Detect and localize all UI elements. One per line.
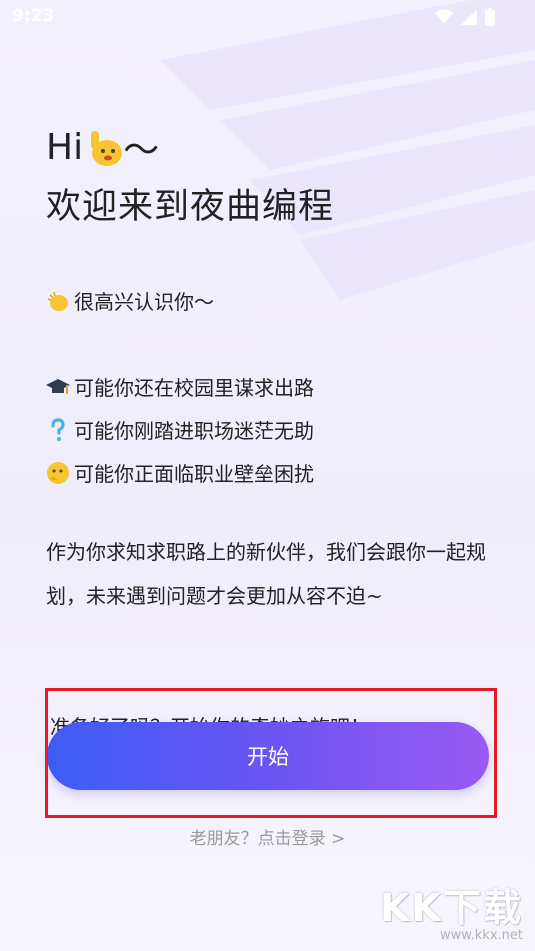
start-button[interactable]: 开始 [47,722,489,790]
new-job-text: 可能你刚踏进职场迷茫无助 [74,419,314,443]
nice-to-meet-text: 很高兴认识你～ [74,290,214,314]
signal-icon [461,9,477,25]
clap-icon [47,291,68,311]
wave-hand-icon [91,131,123,166]
watermark-logo: KK下载 [380,886,523,930]
thinking-face-icon [47,461,69,484]
greeting-hi: Hi [46,126,84,168]
partner-paragraph-text: 作为你求知求职路上的新伙伴，我们会跟你一起规划，未来遇到问题才会更加从容不迫~ [46,540,486,608]
battery-icon [485,8,495,26]
nice-to-meet-line: 很高兴认识你～ [46,286,214,315]
new-job-line: 可能你刚踏进职场迷茫无助 [46,415,314,444]
career-trouble-line: 可能你正面临职业壁垒困扰 [46,458,314,487]
grad-cap-icon [46,378,70,394]
question-icon [51,417,65,441]
greeting-heading: Hi ～ 欢迎来到夜曲编程 [46,124,334,229]
status-icons [435,8,495,26]
watermark: KK下载 www.kkx.net [380,877,523,943]
campus-line: 可能你还在校园里谋求出路 [46,372,314,401]
greeting-tilde: ～ [123,130,160,171]
status-bar: 9:23 [0,0,535,36]
wifi-icon [435,9,453,24]
campus-text: 可能你还在校园里谋求出路 [74,376,314,400]
partner-paragraph: 作为你求知求职路上的新伙伴，我们会跟你一起规划，未来遇到问题才会更加从容不迫~ [46,530,496,618]
login-link[interactable]: 老朋友？点击登录 > [0,824,535,849]
welcome-title: 欢迎来到夜曲编程 [46,187,335,227]
career-trouble-text: 可能你正面临职业壁垒困扰 [74,462,314,486]
status-time: 9:23 [12,6,55,26]
